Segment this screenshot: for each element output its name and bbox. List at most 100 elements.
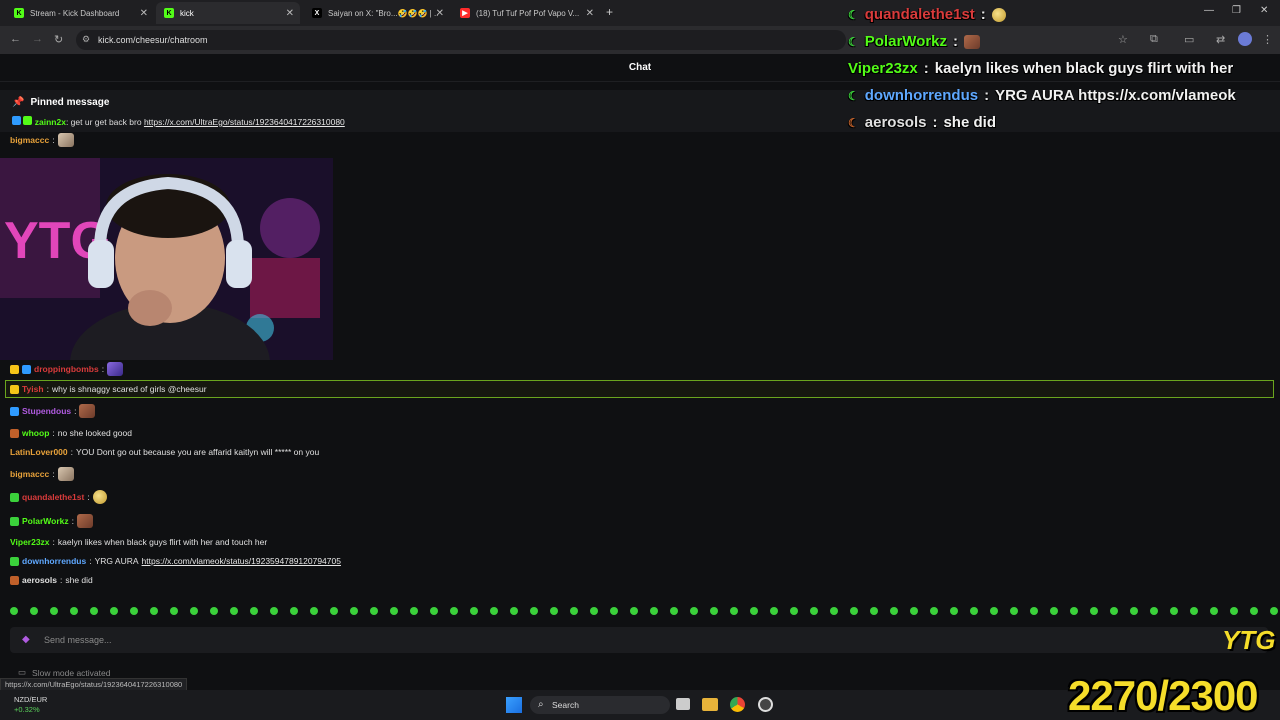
emote-icon[interactable]: [290, 607, 298, 615]
emote-icon[interactable]: [1070, 607, 1078, 615]
emote-quick-bar[interactable]: [10, 604, 1278, 618]
emote-icon[interactable]: [410, 607, 418, 615]
chat-username[interactable]: Viper23zx: [10, 537, 50, 547]
emote-icon[interactable]: [190, 607, 198, 615]
chrome-icon[interactable]: [730, 697, 745, 712]
emote-icon[interactable]: [850, 607, 858, 615]
chat-link[interactable]: https://x.com/vlameok/status/19235947891…: [142, 556, 341, 566]
emote-icon[interactable]: [130, 607, 138, 615]
emote-icon[interactable]: [1050, 607, 1058, 615]
emote-icon[interactable]: [470, 607, 478, 615]
emote-icon[interactable]: [150, 607, 158, 615]
emote-icon[interactable]: [390, 607, 398, 615]
emote-icon[interactable]: [70, 607, 78, 615]
emote-icon[interactable]: [330, 607, 338, 615]
emote-icon[interactable]: [1270, 607, 1278, 615]
chat-username[interactable]: aerosols: [22, 575, 57, 585]
translate-icon[interactable]: ⇄: [1216, 33, 1225, 46]
send-message-input[interactable]: ◆ Send message...: [10, 627, 1268, 653]
emote-icon[interactable]: [170, 607, 178, 615]
emote-icon[interactable]: [870, 607, 878, 615]
file-explorer-icon[interactable]: [702, 698, 718, 711]
emote-icon[interactable]: [250, 607, 258, 615]
emote-icon[interactable]: [810, 607, 818, 615]
emote-icon[interactable]: [1030, 607, 1038, 615]
emote-icon[interactable]: [950, 607, 958, 615]
tab-kick[interactable]: K kick ✕: [156, 2, 300, 24]
emote-icon[interactable]: [450, 607, 458, 615]
chat-username[interactable]: downhorrendus: [22, 556, 86, 566]
tab-kick-dashboard[interactable]: K Stream - Kick Dashboard ✕: [6, 2, 154, 24]
emote-icon[interactable]: [730, 607, 738, 615]
stock-widget[interactable]: NZD/EUR +0.32%: [14, 695, 47, 715]
emote-icon[interactable]: [510, 607, 518, 615]
user-badge-icon[interactable]: ◆: [22, 634, 30, 645]
emote-icon[interactable]: [990, 607, 998, 615]
chat-username[interactable]: droppingbombs: [34, 364, 99, 374]
chat-username[interactable]: Tyish: [22, 384, 44, 394]
pinned-link[interactable]: https://x.com/UltraEgo/status/1923640417…: [144, 117, 345, 127]
minimize-icon[interactable]: —: [1204, 5, 1214, 16]
site-info-icon[interactable]: ⚙: [82, 34, 90, 45]
profile-avatar[interactable]: [1238, 32, 1252, 46]
obs-icon[interactable]: [758, 697, 773, 712]
emote-icon[interactable]: [270, 607, 278, 615]
emote-icon[interactable]: [1250, 607, 1258, 615]
chat-username[interactable]: PolarWorkz: [22, 516, 69, 526]
emote-icon[interactable]: [110, 607, 118, 615]
emote-icon[interactable]: [90, 607, 98, 615]
chat-username[interactable]: bigmaccc: [10, 135, 49, 145]
emote-icon[interactable]: [50, 607, 58, 615]
emote-icon[interactable]: [570, 607, 578, 615]
emote-icon[interactable]: [1130, 607, 1138, 615]
emote-icon[interactable]: [1190, 607, 1198, 615]
emote-icon[interactable]: [910, 607, 918, 615]
emote-icon[interactable]: [350, 607, 358, 615]
emote-icon[interactable]: [830, 607, 838, 615]
task-view-icon[interactable]: [676, 698, 690, 710]
tab-x-post[interactable]: X Saiyan on X: "Bro...🤣🤣🤣 | ... ✕: [304, 2, 450, 24]
windows-start-icon[interactable]: [506, 697, 522, 713]
emote-icon[interactable]: [590, 607, 598, 615]
emote-icon[interactable]: [210, 607, 218, 615]
back-icon[interactable]: ←: [10, 33, 21, 45]
pinned-username[interactable]: zainn2x: [35, 117, 66, 127]
forward-icon[interactable]: →: [32, 33, 43, 45]
emote-icon[interactable]: [710, 607, 718, 615]
emote-icon[interactable]: [550, 607, 558, 615]
sidebar-icon[interactable]: ▭: [1184, 33, 1194, 46]
tab-youtube[interactable]: ▶ (18) Tuf Tuf Pof Pof Vapo V... ✕: [452, 2, 600, 24]
emote-icon[interactable]: [970, 607, 978, 615]
emote-icon[interactable]: [1230, 607, 1238, 615]
emote-icon[interactable]: [310, 607, 318, 615]
emote-icon[interactable]: [1150, 607, 1158, 615]
emote-icon[interactable]: [430, 607, 438, 615]
close-window-icon[interactable]: ✕: [1260, 5, 1268, 16]
emote-icon[interactable]: [690, 607, 698, 615]
menu-icon[interactable]: ⋮: [1262, 33, 1273, 46]
extensions-icon[interactable]: ⧉: [1150, 33, 1158, 46]
emote-icon[interactable]: [10, 607, 18, 615]
new-tab-button[interactable]: +: [606, 5, 613, 19]
emote-icon[interactable]: [650, 607, 658, 615]
taskbar-search[interactable]: ⌕ Search: [530, 696, 670, 714]
chat-username[interactable]: bigmaccc: [10, 469, 49, 479]
emote-icon[interactable]: [890, 607, 898, 615]
bookmark-star-icon[interactable]: ☆: [1118, 33, 1128, 46]
close-tab-icon[interactable]: ✕: [586, 8, 594, 19]
emote-icon[interactable]: [1210, 607, 1218, 615]
emote-icon[interactable]: [230, 607, 238, 615]
emote-icon[interactable]: [630, 607, 638, 615]
emote-icon[interactable]: [610, 607, 618, 615]
close-tab-icon[interactable]: ✕: [140, 8, 148, 19]
emote-icon[interactable]: [770, 607, 778, 615]
emote-icon[interactable]: [490, 607, 498, 615]
chat-username[interactable]: quandalethe1st: [22, 492, 84, 502]
emote-icon[interactable]: [790, 607, 798, 615]
reload-icon[interactable]: ↻: [54, 33, 63, 46]
emote-icon[interactable]: [930, 607, 938, 615]
close-tab-icon[interactable]: ✕: [286, 8, 294, 19]
emote-icon[interactable]: [1090, 607, 1098, 615]
emote-icon[interactable]: [370, 607, 378, 615]
emote-icon[interactable]: [530, 607, 538, 615]
